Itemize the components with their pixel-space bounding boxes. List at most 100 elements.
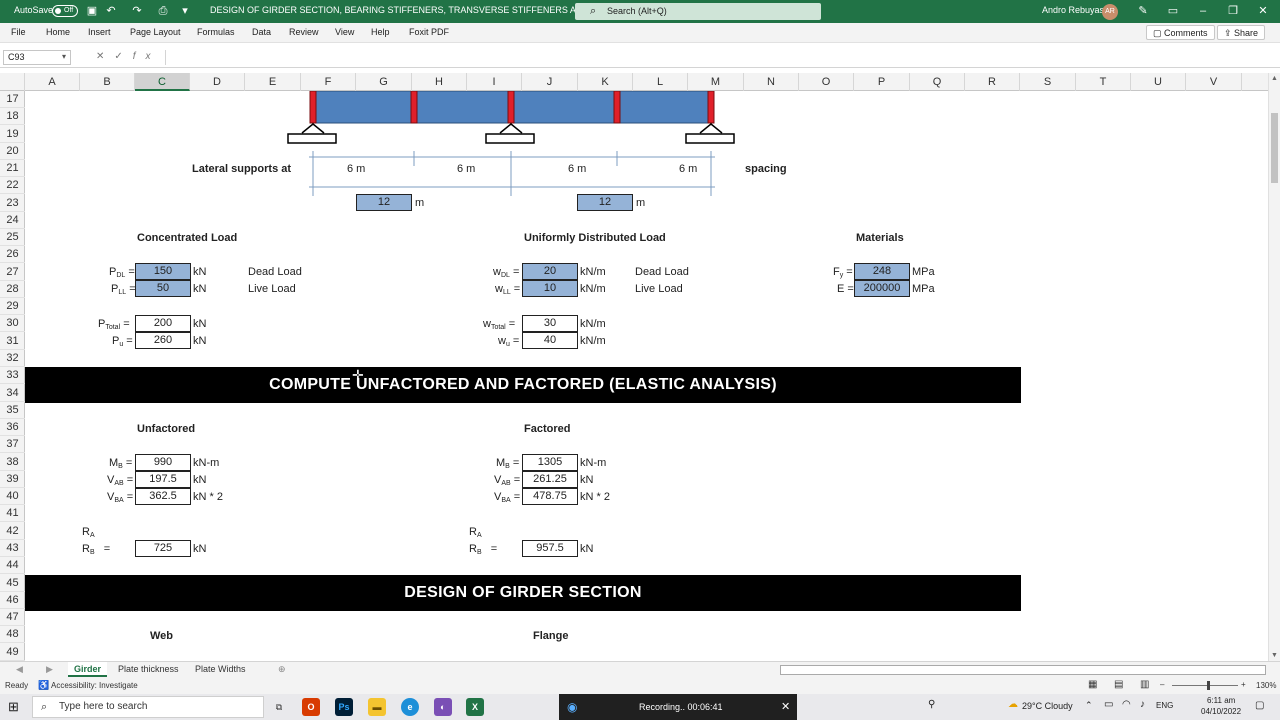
row-header[interactable]: 29 (0, 298, 25, 315)
clock-date[interactable]: 04/10/2022 (1201, 707, 1241, 716)
prev-sheet-icon[interactable]: ◀ (10, 662, 29, 677)
taskbar-search[interactable]: ⌕ Type here to search (32, 696, 264, 718)
search-box[interactable]: ⌕ Search (Alt+Q) (575, 3, 821, 20)
name-box-dropdown-icon[interactable]: ▾ (62, 52, 66, 61)
column-header[interactable]: P (854, 73, 910, 91)
row-header[interactable]: 42 (0, 522, 25, 540)
row-header[interactable]: 36 (0, 419, 25, 436)
restore-icon[interactable]: ❐ (1222, 3, 1244, 19)
unfactored-mb-cell[interactable]: 990 (135, 454, 191, 471)
factored-vba-cell[interactable]: 478.75 (522, 488, 578, 505)
unfactored-vab-cell[interactable]: 197.5 (135, 471, 191, 488)
row-header[interactable]: 38 (0, 453, 25, 471)
horizontal-scrollbar[interactable] (780, 665, 1266, 675)
row-header[interactable]: 26 (0, 246, 25, 263)
row-header[interactable]: 39 (0, 471, 25, 488)
row-header[interactable]: 31 (0, 332, 25, 350)
menu-insert[interactable]: Insert (88, 27, 111, 37)
menu-help[interactable]: Help (371, 27, 390, 37)
row-header[interactable]: 46 (0, 592, 25, 609)
menu-home[interactable]: Home (46, 27, 70, 37)
column-header[interactable]: N (744, 73, 799, 91)
vertical-scrollbar[interactable]: ▲ ▼ (1268, 73, 1280, 661)
formula-input[interactable] (165, 50, 1275, 65)
wu-cell[interactable]: 40 (522, 332, 578, 349)
ptotal-cell[interactable]: 200 (135, 315, 191, 332)
customize-toolbar-icon[interactable]: ▾ (178, 4, 192, 18)
zoom-slider-thumb[interactable] (1207, 681, 1210, 690)
row-header[interactable]: 35 (0, 402, 25, 419)
zoom-out-icon[interactable]: – (1160, 680, 1164, 689)
scroll-thumb[interactable] (1271, 113, 1278, 183)
autosave-toggle[interactable]: Off (52, 5, 78, 17)
task-view-icon[interactable]: ⧉ (270, 698, 288, 716)
pen-icon[interactable]: ✎ (1136, 4, 1150, 18)
notifications-icon[interactable]: ▢ (1255, 700, 1264, 711)
worksheet-grid[interactable]: Lateral supports at 6 m 6 m 6 m 6 m spac… (25, 91, 1268, 661)
page-break-view-icon[interactable]: ▥ (1140, 679, 1149, 690)
weather-icon[interactable]: ☁ (1008, 699, 1018, 710)
scroll-up-icon[interactable]: ▲ (1271, 75, 1278, 82)
minimize-icon[interactable]: – (1192, 3, 1214, 19)
screen-recorder-app-icon[interactable]: ◐ (434, 698, 452, 716)
normal-view-icon[interactable]: ▦ (1088, 679, 1097, 690)
next-sheet-icon[interactable]: ▶ (40, 662, 59, 677)
accessibility-icon[interactable]: ♿ (38, 680, 49, 691)
menu-page-layout[interactable]: Page Layout (130, 27, 181, 37)
column-header-selected[interactable]: C (135, 73, 190, 91)
column-header[interactable]: E (245, 73, 301, 91)
tab-girder[interactable]: Girder (68, 662, 108, 677)
column-header[interactable]: U (1131, 73, 1186, 91)
windows-start-icon[interactable]: ⊞ (8, 699, 19, 715)
column-header[interactable]: L (633, 73, 688, 91)
column-header[interactable]: T (1076, 73, 1131, 91)
column-header[interactable]: B (80, 73, 135, 91)
undo-icon[interactable]: ↶ (104, 4, 118, 18)
wll-input[interactable]: 10 (522, 280, 578, 297)
tab-plate-thickness[interactable]: Plate thickness (112, 662, 185, 677)
excel-app-icon[interactable]: X (466, 698, 484, 716)
row-header[interactable]: 28 (0, 281, 25, 298)
pdl-input[interactable]: 150 (135, 263, 191, 280)
menu-review[interactable]: Review (289, 27, 319, 37)
menu-formulas[interactable]: Formulas (197, 27, 235, 37)
pll-input[interactable]: 50 (135, 280, 191, 297)
language-indicator[interactable]: ENG (1156, 701, 1173, 710)
row-header[interactable]: 19 (0, 125, 25, 143)
row-header[interactable]: 20 (0, 143, 25, 160)
column-header[interactable]: K (578, 73, 633, 91)
column-header[interactable]: R (965, 73, 1020, 91)
row-header[interactable]: 37 (0, 436, 25, 453)
unfactored-vba-cell[interactable]: 362.5 (135, 488, 191, 505)
add-sheet-icon[interactable]: ⊕ (272, 662, 292, 677)
zoom-slider[interactable] (1172, 685, 1238, 686)
menu-file[interactable]: File (11, 27, 26, 37)
column-header[interactable]: V (1186, 73, 1242, 91)
unfactored-rb-cell[interactable]: 725 (135, 540, 191, 557)
people-icon[interactable]: ⚲ (928, 699, 935, 710)
name-box[interactable]: C93 (3, 50, 71, 65)
span-total-cell[interactable]: 12 (577, 194, 633, 211)
row-header[interactable]: 49 (0, 643, 25, 661)
page-layout-view-icon[interactable]: ▤ (1114, 679, 1123, 690)
menu-view[interactable]: View (335, 27, 354, 37)
row-header[interactable]: 41 (0, 505, 25, 522)
row-header[interactable]: 25 (0, 229, 25, 246)
print-preview-icon[interactable]: ⎙ (156, 4, 170, 18)
accessibility-status[interactable]: Accessibility: Investigate (51, 681, 138, 690)
column-header[interactable]: G (356, 73, 412, 91)
file-explorer-icon[interactable]: ▬ (368, 698, 386, 716)
column-header[interactable]: Q (910, 73, 965, 91)
row-header[interactable]: 48 (0, 626, 25, 643)
column-header[interactable]: O (799, 73, 854, 91)
scroll-down-icon[interactable]: ▼ (1271, 652, 1278, 659)
row-header[interactable]: 33 (0, 367, 25, 384)
row-header[interactable]: 44 (0, 557, 25, 574)
column-header[interactable]: S (1020, 73, 1076, 91)
row-header[interactable]: 23 (0, 194, 25, 212)
row-header[interactable]: 40 (0, 488, 25, 505)
menu-data[interactable]: Data (252, 27, 271, 37)
row-header[interactable]: 43 (0, 540, 25, 557)
wdl-input[interactable]: 20 (522, 263, 578, 280)
column-header[interactable]: H (412, 73, 467, 91)
